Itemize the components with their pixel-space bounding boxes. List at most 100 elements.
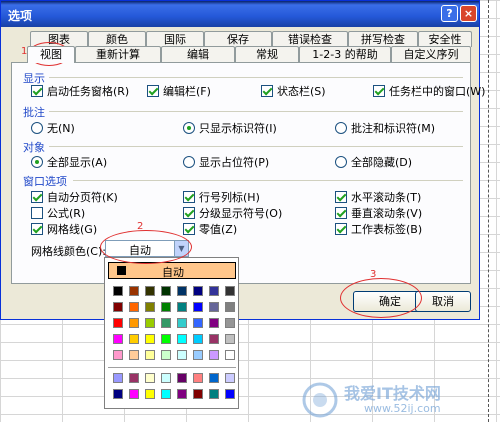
tab-custom-lists[interactable]: 自定义序列: [391, 46, 471, 62]
color-swatch[interactable]: [129, 334, 139, 344]
color-swatch[interactable]: [193, 334, 203, 344]
tab-spelling[interactable]: 拼写检查: [348, 31, 418, 47]
radio[interactable]: [335, 122, 347, 134]
color-swatch[interactable]: [209, 389, 219, 399]
color-swatch[interactable]: [161, 389, 171, 399]
checkbox[interactable]: [335, 191, 347, 203]
option-hide-all[interactable]: 全部隐藏(D): [335, 155, 412, 169]
color-swatch[interactable]: [209, 350, 219, 360]
color-swatch[interactable]: [161, 286, 171, 296]
color-swatch[interactable]: [113, 286, 123, 296]
color-swatch[interactable]: [177, 302, 187, 312]
checkbox[interactable]: [373, 85, 385, 97]
checkbox[interactable]: [183, 191, 195, 203]
color-swatch[interactable]: [129, 286, 139, 296]
color-swatch[interactable]: [193, 389, 203, 399]
tab-view[interactable]: 视图: [27, 46, 75, 63]
tab-general[interactable]: 常规: [235, 46, 299, 62]
color-swatch[interactable]: [129, 350, 139, 360]
tab-international[interactable]: 国际: [146, 31, 204, 47]
option-show-all[interactable]: 全部显示(A): [31, 155, 107, 169]
option-indicator-only[interactable]: 只显示标识符(I): [183, 121, 277, 135]
tab-save[interactable]: 保存: [204, 31, 272, 47]
option-startup-task-pane[interactable]: 启动任务窗格(R): [31, 84, 129, 98]
option-formulas[interactable]: 公式(R): [31, 206, 85, 220]
color-swatch[interactable]: [113, 302, 123, 312]
color-swatch[interactable]: [193, 302, 203, 312]
color-swatch[interactable]: [161, 318, 171, 328]
automatic-color-option[interactable]: 自动: [108, 262, 236, 279]
color-swatch[interactable]: [209, 334, 219, 344]
color-swatch[interactable]: [177, 373, 187, 383]
color-swatch[interactable]: [113, 373, 123, 383]
tab-edit[interactable]: 编辑: [161, 46, 235, 62]
color-swatch[interactable]: [113, 318, 123, 328]
checkbox[interactable]: [183, 207, 195, 219]
color-swatch[interactable]: [177, 334, 187, 344]
help-button[interactable]: ?: [441, 5, 458, 22]
option-show-placeholders[interactable]: 显示占位符(P): [183, 155, 269, 169]
color-swatch[interactable]: [193, 318, 203, 328]
checkbox[interactable]: [335, 223, 347, 235]
color-swatch[interactable]: [225, 302, 235, 312]
option-gridlines[interactable]: 网格线(G): [31, 222, 97, 236]
color-swatch[interactable]: [129, 373, 139, 383]
option-row-col-headers[interactable]: 行号列标(H): [183, 190, 260, 204]
color-swatch[interactable]: [145, 350, 155, 360]
option-comments-none[interactable]: 无(N): [31, 121, 75, 135]
checkbox[interactable]: [31, 191, 43, 203]
radio[interactable]: [31, 122, 43, 134]
color-swatch[interactable]: [209, 373, 219, 383]
checkbox[interactable]: [147, 85, 159, 97]
color-swatch[interactable]: [225, 318, 235, 328]
option-outline-symbols[interactable]: 分级显示符号(O): [183, 206, 282, 220]
color-swatch[interactable]: [225, 334, 235, 344]
option-status-bar[interactable]: 状态栏(S): [261, 84, 326, 98]
color-swatch[interactable]: [161, 334, 171, 344]
close-button[interactable]: ×: [460, 5, 477, 22]
radio[interactable]: [183, 122, 195, 134]
tab-security[interactable]: 安全性: [418, 31, 472, 47]
checkbox[interactable]: [31, 223, 43, 235]
checkbox[interactable]: [261, 85, 273, 97]
option-zero-values[interactable]: 零值(Z): [183, 222, 237, 236]
color-swatch[interactable]: [225, 286, 235, 296]
color-swatch[interactable]: [209, 286, 219, 296]
color-swatch[interactable]: [129, 302, 139, 312]
option-sheet-tabs[interactable]: 工作表标签(B): [335, 222, 422, 236]
color-swatch[interactable]: [193, 350, 203, 360]
checkbox[interactable]: [31, 207, 43, 219]
option-windows-in-taskbar[interactable]: 任务栏中的窗口(W): [373, 84, 485, 98]
color-swatch[interactable]: [113, 389, 123, 399]
color-swatch[interactable]: [145, 286, 155, 296]
color-swatch[interactable]: [177, 350, 187, 360]
option-formula-bar[interactable]: 编辑栏(F): [147, 84, 211, 98]
color-swatch[interactable]: [113, 334, 123, 344]
color-swatch[interactable]: [193, 373, 203, 383]
color-swatch[interactable]: [225, 350, 235, 360]
color-swatch[interactable]: [145, 373, 155, 383]
color-swatch[interactable]: [145, 334, 155, 344]
radio[interactable]: [31, 156, 43, 168]
color-swatch[interactable]: [209, 318, 219, 328]
color-swatch[interactable]: [113, 350, 123, 360]
tab-color[interactable]: 颜色: [88, 31, 146, 47]
color-swatch[interactable]: [209, 302, 219, 312]
color-swatch[interactable]: [225, 373, 235, 383]
option-horizontal-scrollbar[interactable]: 水平滚动条(T): [335, 190, 421, 204]
color-swatch[interactable]: [225, 389, 235, 399]
color-swatch[interactable]: [177, 318, 187, 328]
color-swatch[interactable]: [177, 389, 187, 399]
color-swatch[interactable]: [129, 318, 139, 328]
color-swatch[interactable]: [161, 350, 171, 360]
option-comment-and-indicator[interactable]: 批注和标识符(M): [335, 121, 435, 135]
color-swatch[interactable]: [161, 302, 171, 312]
color-swatch[interactable]: [161, 373, 171, 383]
tab-error-checking[interactable]: 错误检查: [272, 31, 348, 47]
color-swatch[interactable]: [145, 389, 155, 399]
option-vertical-scrollbar[interactable]: 垂直滚动条(V): [335, 206, 422, 220]
color-swatch[interactable]: [177, 286, 187, 296]
color-swatch[interactable]: [129, 389, 139, 399]
color-swatch[interactable]: [193, 286, 203, 296]
tab-calculation[interactable]: 重新计算: [75, 46, 161, 62]
